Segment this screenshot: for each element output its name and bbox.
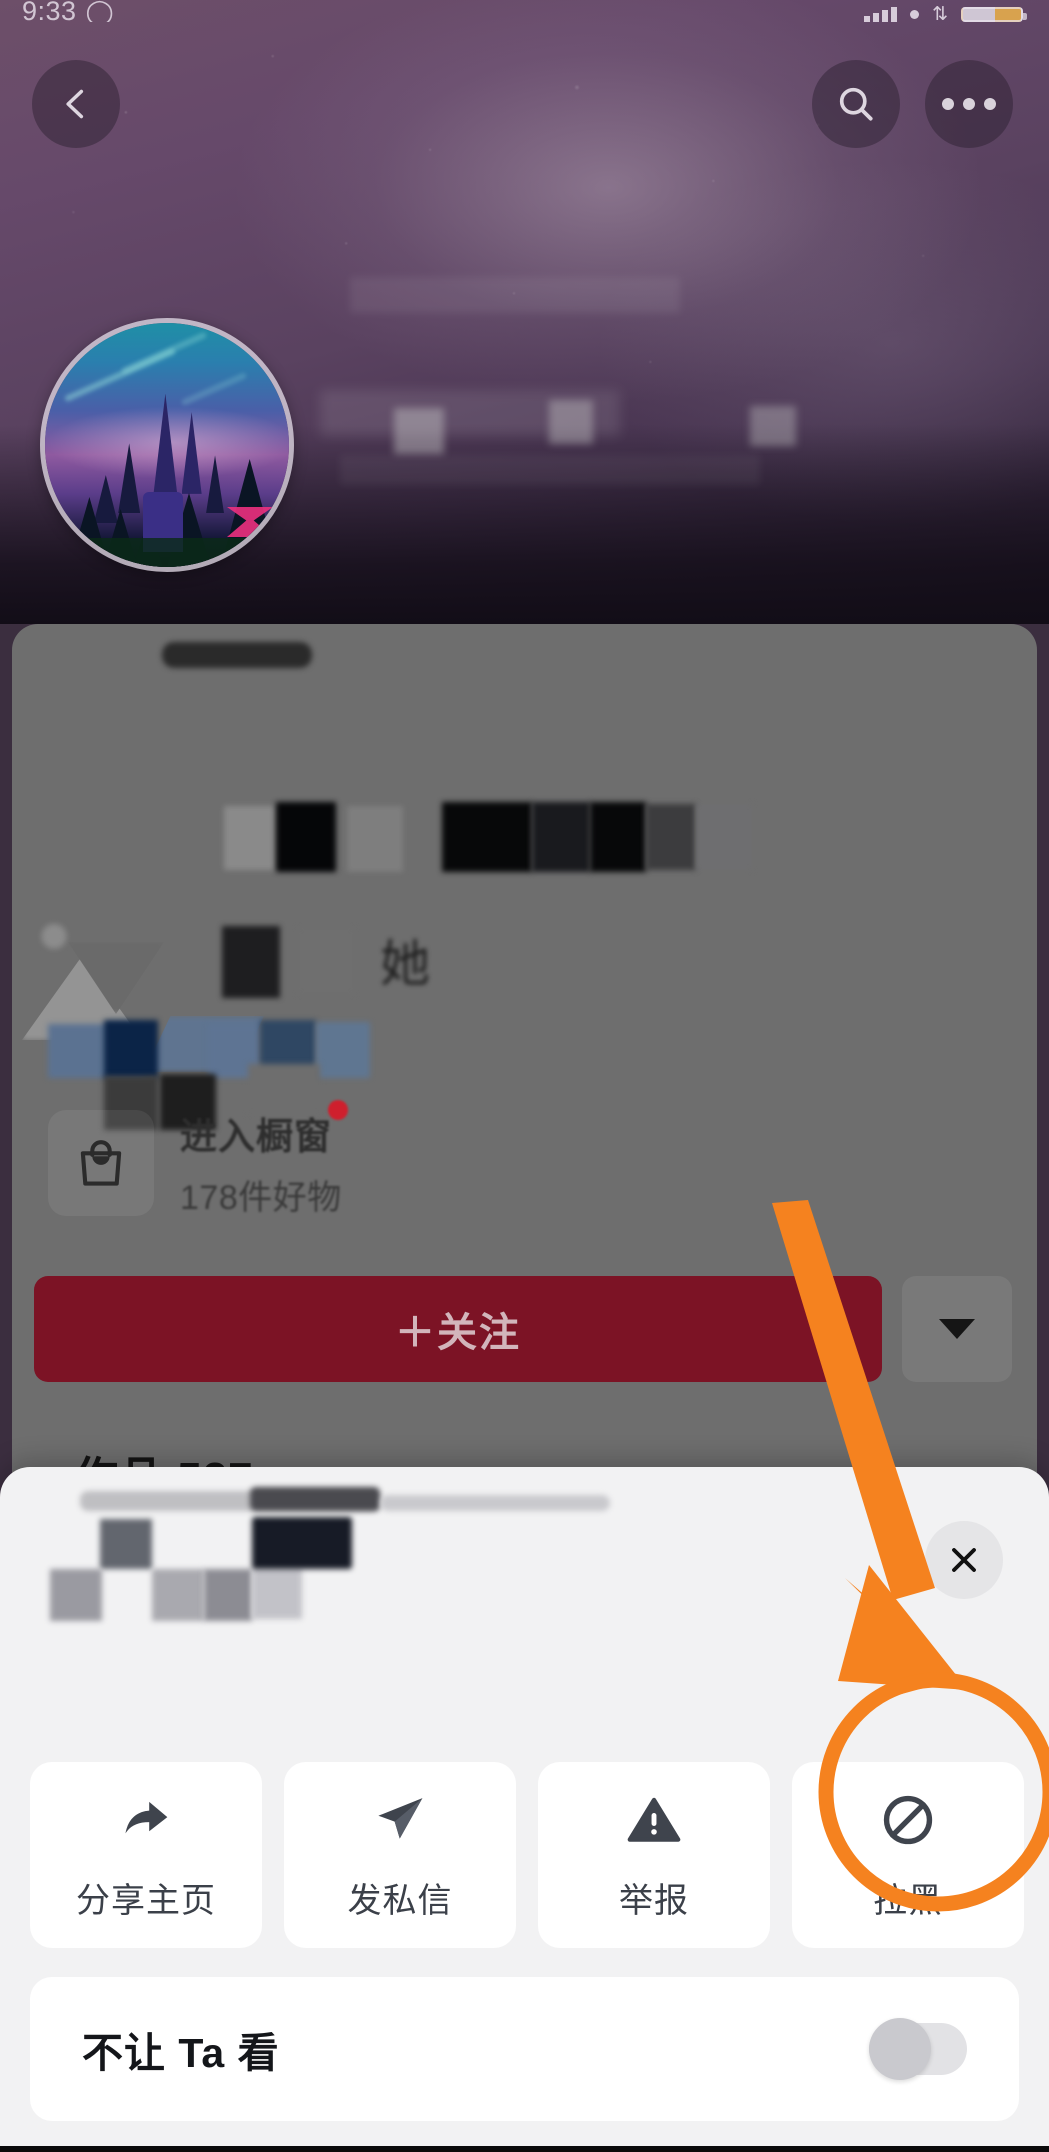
sheet-header — [0, 1467, 1049, 1747]
showcase-texts: 进入橱窗 178件好物 — [180, 1100, 348, 1219]
warning-triangle-icon — [623, 1789, 685, 1851]
mobile-data-icon: ⇅ — [932, 4, 948, 22]
showcase-title: 进入橱窗 — [180, 1100, 348, 1160]
redacted-block — [104, 1020, 158, 1078]
status-bar-left: 9:33 ◯ — [22, 0, 114, 22]
back-button[interactable] — [32, 60, 120, 148]
redacted-block — [252, 1567, 302, 1619]
avatar[interactable] — [40, 318, 294, 572]
redacted-block — [380, 1495, 610, 1511]
toggle-knob — [869, 2018, 931, 2080]
redacted-block — [316, 1022, 370, 1078]
paper-plane-icon — [368, 1789, 432, 1851]
home-indicator — [0, 2146, 1049, 2152]
follow-more-button[interactable] — [902, 1276, 1012, 1382]
status-bar: 9:33 ◯ ⇅ — [0, 0, 1049, 22]
redacted-block — [442, 802, 532, 872]
action-report[interactable]: 举报 — [538, 1762, 770, 1948]
redacted-block — [750, 406, 796, 446]
showcase-subtitle: 178件好物 — [180, 1179, 342, 1217]
redacted-block — [549, 400, 593, 444]
shopping-bag-icon — [80, 1139, 122, 1186]
hide-from-user-toggle[interactable] — [869, 2018, 967, 2080]
redacted-block — [646, 804, 696, 870]
action-label: 拉黑 — [873, 1881, 943, 1920]
redacted-block — [590, 802, 646, 872]
redacted-block — [222, 926, 280, 998]
search-icon — [839, 87, 873, 121]
redacted-block — [250, 1487, 380, 1511]
redacted-block — [347, 806, 403, 872]
search-button[interactable] — [812, 60, 900, 148]
block-prohibition-icon — [877, 1789, 939, 1851]
follow-button[interactable]: ＋关注 — [34, 1276, 882, 1382]
gender-avatar-glyph — [36, 924, 72, 968]
share-arrow-icon — [114, 1789, 178, 1851]
hide-from-user-label: 不让 Ta 看 — [82, 2030, 280, 2076]
showcase-red-dot-badge — [328, 1100, 348, 1120]
more-options-icon — [942, 98, 996, 110]
redacted-block — [532, 802, 590, 872]
options-bottom-sheet: 分享主页 发私信 举报 拉黑 不让 Ta 看 — [0, 1467, 1049, 2152]
redacted-block — [50, 1569, 102, 1621]
action-label: 分享主页 — [76, 1881, 216, 1920]
redacted-block — [298, 928, 354, 994]
redacted-block — [252, 1517, 352, 1569]
redacted-block — [696, 804, 752, 870]
profile-details-panel: 她 进入橱窗 178件好物 ＋关注 — [12, 624, 1037, 1504]
redacted-block — [340, 455, 760, 485]
back-chevron-icon — [66, 89, 84, 119]
action-label: 发私信 — [347, 1881, 453, 1920]
action-share-homepage[interactable]: 分享主页 — [30, 1762, 262, 1948]
redacted-block — [204, 1569, 252, 1621]
redacted-block — [162, 642, 312, 668]
battery-icon — [961, 7, 1027, 22]
action-label: 举报 — [619, 1881, 689, 1920]
status-bar-right: ⇅ — [864, 4, 1027, 22]
sheet-action-row: 分享主页 发私信 举报 拉黑 — [30, 1762, 1024, 1948]
redacted-block — [224, 806, 276, 870]
signal-bars-icon — [864, 6, 898, 22]
status-bar-time: 9:33 — [22, 0, 77, 22]
redacted-block — [350, 277, 680, 313]
shop-icon-container — [48, 1109, 154, 1216]
phone-screen: 9:33 ◯ ⇅ 她 进入橱窗 178件好物 ＋关注 分享主页 发私信 举报 拉… — [0, 0, 1049, 2152]
gender-label: 她 — [380, 936, 430, 992]
clock-icon: ◯ — [85, 0, 115, 22]
more-options-button[interactable] — [925, 60, 1013, 148]
showcase-entry-row[interactable]: 进入橱窗 178件好物 — [48, 1100, 348, 1219]
action-block[interactable]: 拉黑 — [792, 1762, 1024, 1948]
follow-actions-row: ＋关注 — [34, 1276, 1012, 1382]
showcase-title-text: 进入橱窗 — [180, 1116, 332, 1157]
close-button[interactable] — [925, 1521, 1003, 1599]
redacted-block — [152, 1569, 204, 1621]
action-send-message[interactable]: 发私信 — [284, 1762, 516, 1948]
redacted-block — [394, 408, 444, 454]
chevron-down-icon — [939, 1319, 975, 1339]
notification-dot-icon — [910, 10, 920, 19]
close-icon — [952, 1548, 976, 1572]
redacted-block — [100, 1519, 152, 1569]
hide-from-user-row[interactable]: 不让 Ta 看 — [30, 1977, 1019, 2121]
redacted-block — [276, 802, 336, 872]
avatar-image — [45, 323, 289, 567]
